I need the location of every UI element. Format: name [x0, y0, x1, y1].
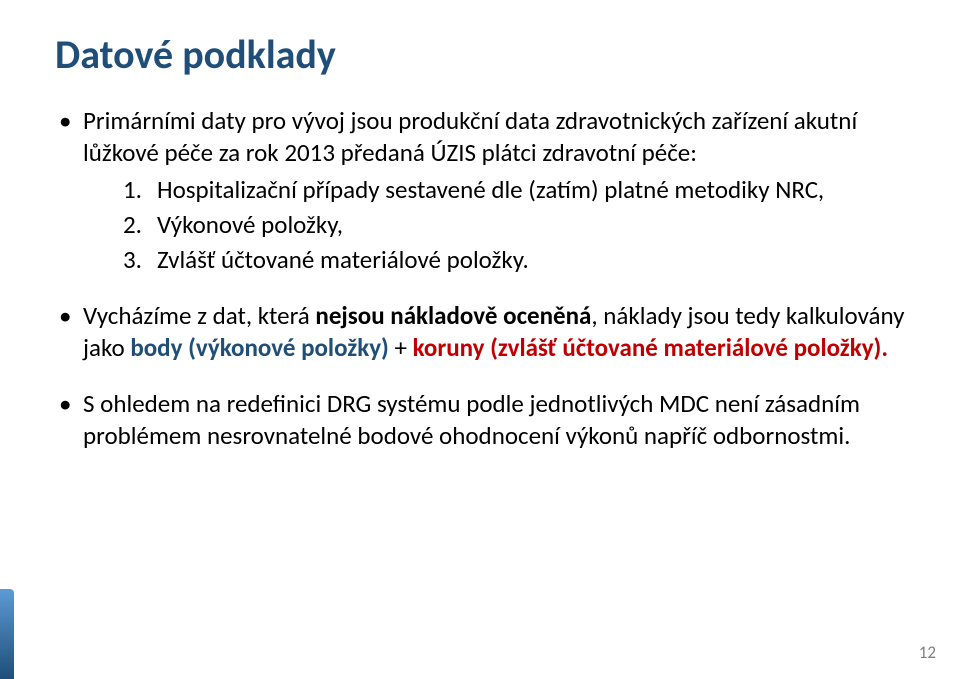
b2-t1: Vycházíme z dat, která: [83, 300, 315, 331]
bullet-1-lead: Primárními daty pro vývoj jsou produkční…: [83, 105, 857, 168]
bullet-list: Primárními daty pro vývoj jsou produkční…: [55, 105, 905, 452]
bullet-3: S ohledem na redefinici DRG systému podl…: [55, 388, 905, 452]
numbered-list: Hospitalizační případy sestavené dle (za…: [123, 173, 905, 276]
page-number: 12: [919, 642, 936, 663]
bullet-1: Primárními daty pro vývoj jsou produkční…: [55, 105, 905, 276]
bullet-2: Vycházíme z dat, která nejsou nákladově …: [55, 300, 905, 364]
slide: Datové podklady Primárními daty pro vývo…: [0, 0, 960, 679]
b2-t4: body (výkonové položky): [130, 332, 394, 363]
b2-t5: +: [394, 332, 412, 363]
decorative-edge-icon: [0, 589, 14, 679]
slide-title: Datové podklady: [55, 30, 905, 79]
b2-t2: nejsou nákladově oceněná: [315, 300, 591, 331]
num-item-1: Hospitalizační případy sestavené dle (za…: [123, 173, 905, 206]
num-item-2: Výkonové položky,: [123, 208, 905, 241]
num-item-3: Zvlášť účtované materiálové položky.: [123, 243, 905, 276]
b2-t6: koruny (zvlášť účtované materiálové polo…: [413, 332, 888, 363]
